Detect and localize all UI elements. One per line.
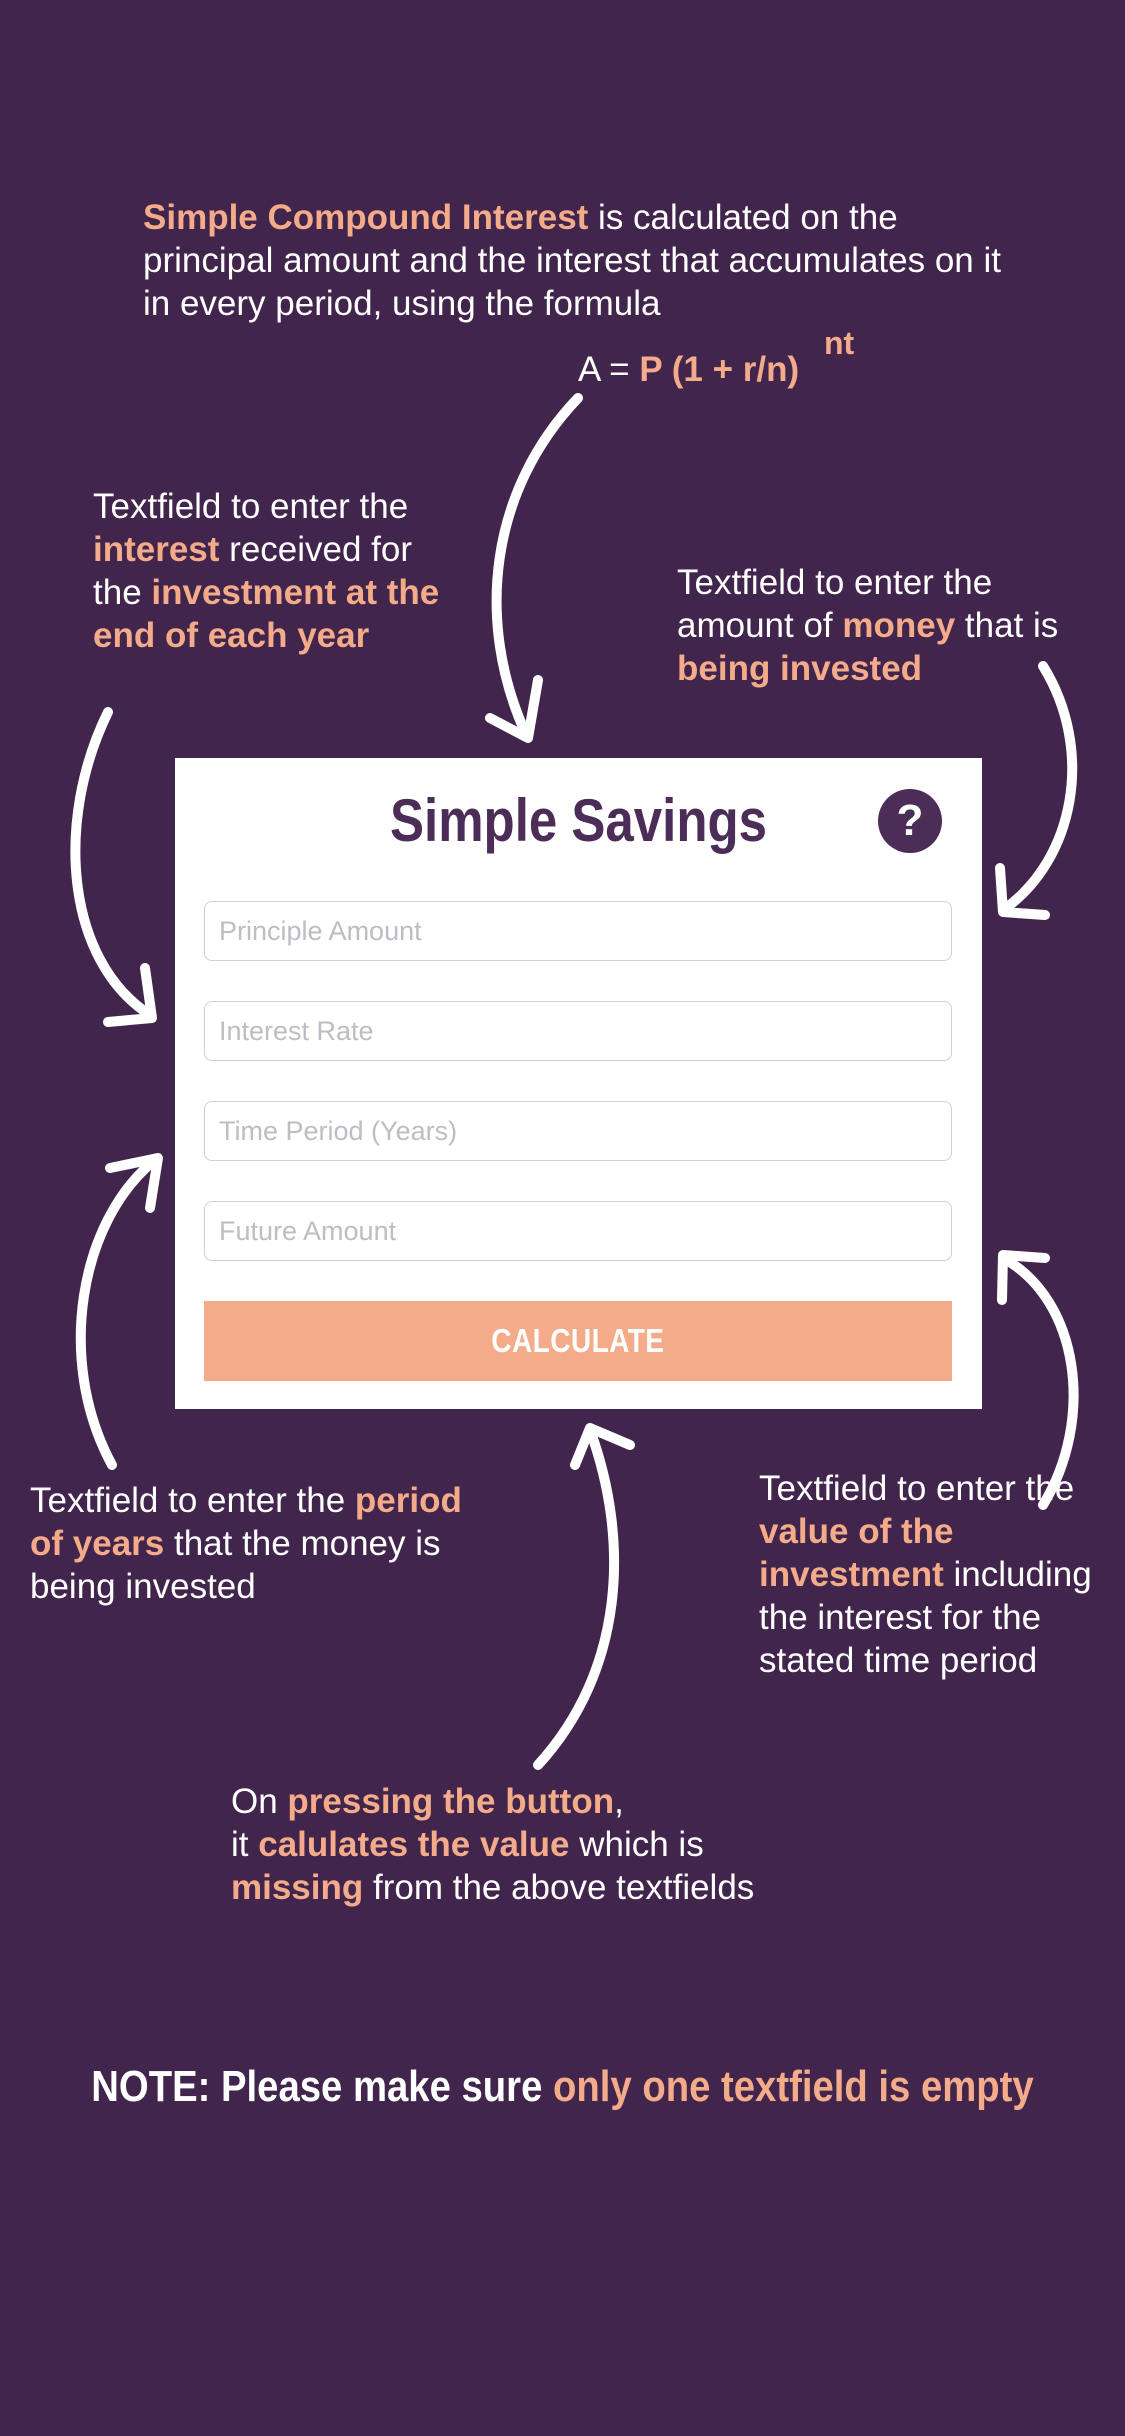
arrow-to-principal-field-icon — [995, 661, 1078, 920]
footer-note-highlight: only one textfield is empty — [552, 2062, 1034, 2111]
formula-exponent: nt — [824, 325, 855, 361]
annotation-future: Textfield to enter the value of the inve… — [759, 1467, 1109, 1682]
footer-note-prefix: NOTE: Please make sure — [91, 2062, 553, 2111]
annotation-button: On pressing the button, it calulates the … — [231, 1780, 851, 1909]
arrow-to-card-top-icon — [485, 393, 583, 743]
annotation-text: it — [231, 1825, 259, 1864]
time-period-input[interactable] — [204, 1101, 952, 1161]
annotation-text: Textfield to enter the — [93, 487, 409, 526]
annotation-text: which is — [569, 1825, 704, 1864]
arrow-to-interest-field-icon — [70, 707, 157, 1027]
principal-amount-input[interactable] — [204, 901, 952, 961]
annotation-highlight: money — [842, 606, 956, 645]
annotation-highlight: calulates the value — [258, 1825, 570, 1864]
future-amount-input[interactable] — [204, 1201, 952, 1261]
question-mark-icon: ? — [896, 796, 924, 845]
arrow-to-calculate-button-icon — [533, 1423, 635, 1770]
annotation-highlight: being invested — [677, 649, 923, 688]
annotation-highlight: interest — [93, 530, 220, 569]
annotation-text: that is — [955, 606, 1059, 645]
annotation-highlight: missing — [231, 1868, 364, 1907]
annotation-text: , — [614, 1782, 624, 1821]
annotation-highlight: value of the investment — [759, 1512, 954, 1594]
help-button[interactable]: ? — [878, 789, 942, 853]
formula-prefix: A = — [578, 350, 640, 389]
annotation-text: On — [231, 1782, 288, 1821]
formula: A = P (1 + r/n) nt — [578, 325, 854, 391]
annotation-text: from the above textfields — [363, 1868, 755, 1907]
interest-rate-input[interactable] — [204, 1001, 952, 1061]
annotation-money: Textfield to enter the amount of money t… — [677, 561, 1097, 690]
formula-expression: P (1 + r/n) — [639, 350, 800, 389]
footer-note: NOTE: Please make sure only one textfiel… — [73, 2062, 1052, 2112]
intro-text: Simple Compound Interest is calculated o… — [143, 196, 1003, 325]
annotation-text: Textfield to enter the — [30, 1481, 355, 1520]
annotation-highlight: pressing the button — [287, 1782, 615, 1821]
calculate-button[interactable]: CALCULATE — [204, 1301, 952, 1381]
savings-card: Simple Savings ? CALCULATE — [175, 758, 982, 1409]
arrow-to-time-field-icon — [75, 1153, 163, 1470]
annotation-text: Textfield to enter the — [759, 1469, 1075, 1508]
app-title: Simple Savings — [390, 787, 767, 854]
calculate-button-label: CALCULATE — [491, 1322, 665, 1359]
intro-highlight: Simple Compound Interest — [143, 198, 589, 237]
annotation-years: Textfield to enter the period of years t… — [30, 1479, 500, 1608]
annotation-interest: Textfield to enter the interest received… — [93, 485, 453, 657]
